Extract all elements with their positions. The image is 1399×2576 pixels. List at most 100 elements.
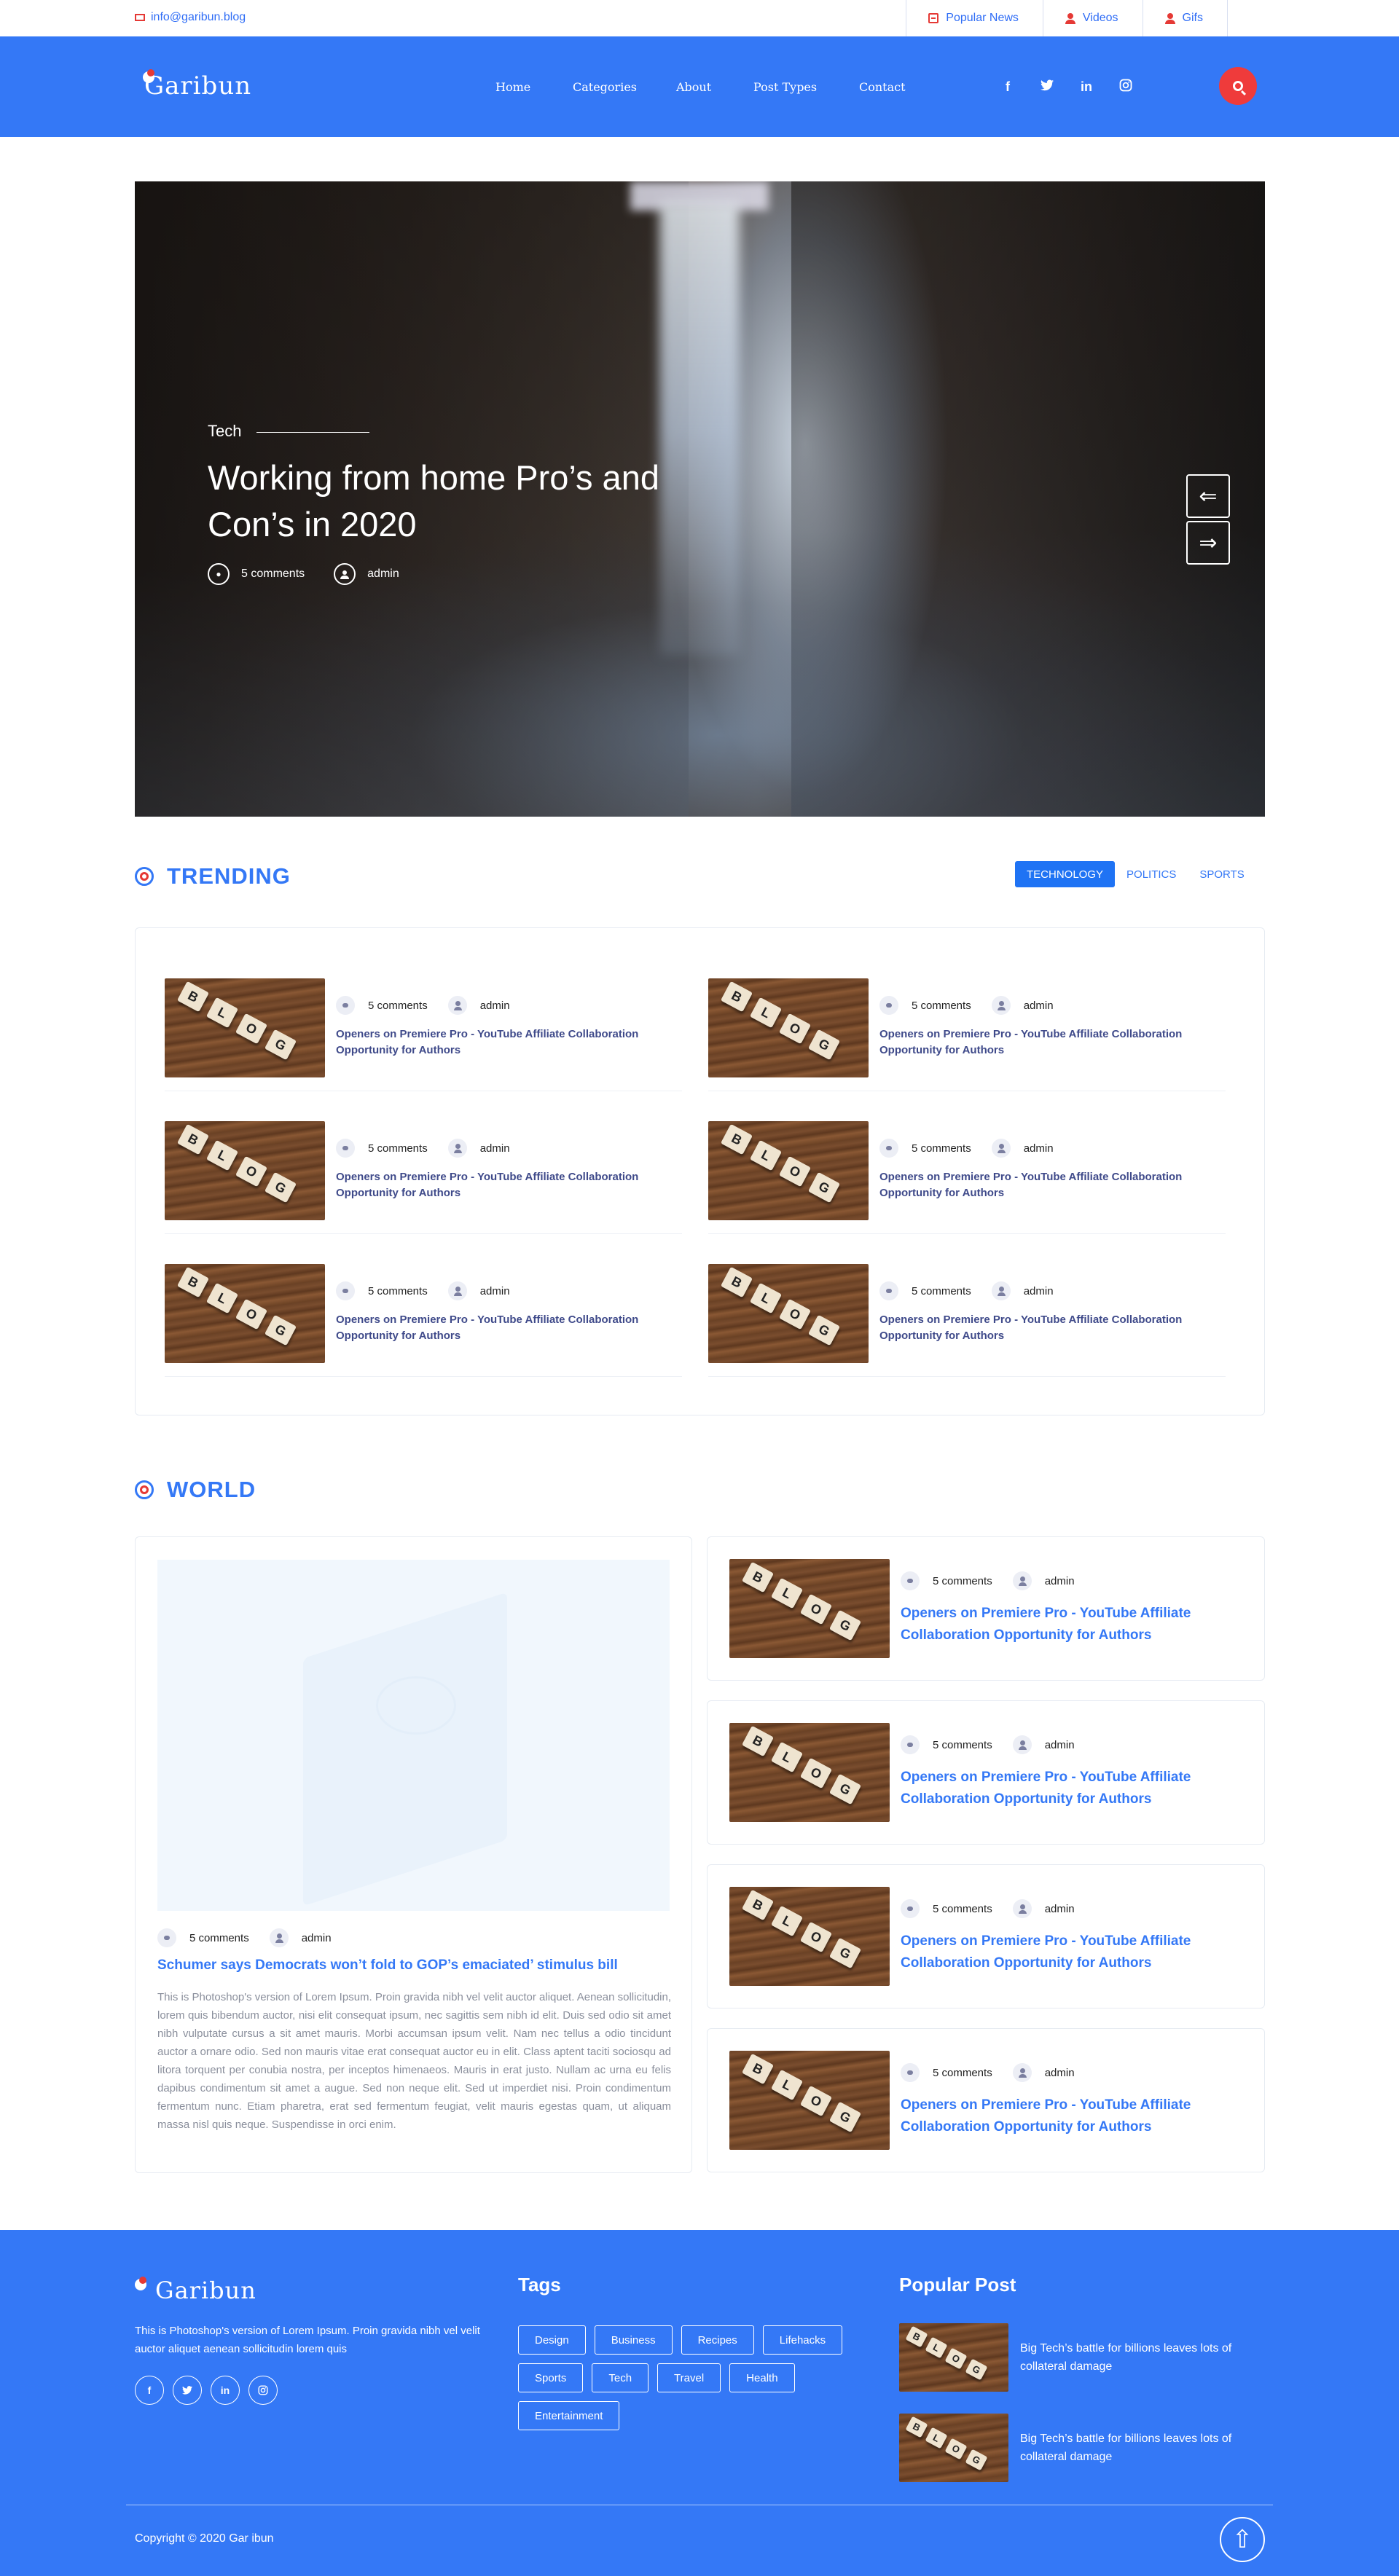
world-post-card[interactable]: BLOG 5 comments admin Openers on Premier… <box>707 1536 1265 1681</box>
slider-prev-button[interactable]: ⇐ <box>1186 474 1230 518</box>
post-thumbnail[interactable]: BLOG <box>729 1723 890 1822</box>
facebook-icon[interactable]: f <box>998 79 1017 95</box>
post-thumbnail[interactable]: BLOG <box>708 978 869 1077</box>
post-author[interactable]: admin <box>480 1285 510 1297</box>
trending-post-card[interactable]: BLOG 5 comments admin Openers on Premier… <box>708 1121 1226 1234</box>
site-logo[interactable]: Garibun <box>144 71 251 101</box>
tag-tech[interactable]: Tech <box>592 2363 649 2392</box>
tag-health[interactable]: Health <box>729 2363 795 2392</box>
post-comments[interactable]: 5 comments <box>368 1142 428 1155</box>
hero-category[interactable]: Tech <box>208 422 241 441</box>
popular-post-thumbnail[interactable]: BLOG <box>899 2414 1008 2482</box>
post-title[interactable]: Openers on Premiere Pro - YouTube Affili… <box>879 1312 1222 1344</box>
post-title[interactable]: Openers on Premiere Pro - YouTube Affili… <box>336 1169 678 1201</box>
post-thumbnail[interactable]: BLOG <box>729 1887 890 1986</box>
post-title[interactable]: Openers on Premiere Pro - YouTube Affili… <box>879 1169 1222 1201</box>
post-comments[interactable]: 5 comments <box>912 1285 971 1297</box>
world-post-card[interactable]: BLOG 5 comments admin Openers on Premier… <box>707 1864 1265 2008</box>
post-author[interactable]: admin <box>1024 1142 1054 1155</box>
nav-post-types[interactable]: Post Types <box>753 80 826 94</box>
post-author[interactable]: admin <box>1045 1575 1075 1587</box>
top-link-gifs[interactable]: Gifs <box>1142 0 1228 36</box>
post-comments[interactable]: 5 comments <box>933 1903 992 1915</box>
post-thumbnail[interactable]: BLOG <box>708 1121 869 1220</box>
linkedin-icon[interactable]: in <box>1077 79 1096 95</box>
post-comments[interactable]: 5 comments <box>933 1575 992 1587</box>
contact-email[interactable]: info@garibun.blog <box>135 11 246 24</box>
tag-travel[interactable]: Travel <box>657 2363 721 2392</box>
post-thumbnail[interactable]: BLOG <box>729 2051 890 2150</box>
hero-title[interactable]: Working from home Pro’s and Con’s in 202… <box>208 455 732 548</box>
back-to-top-button[interactable]: ⇧ <box>1220 2517 1265 2562</box>
post-thumbnail[interactable]: BLOG <box>729 1559 890 1658</box>
hero-author[interactable]: admin <box>367 568 399 581</box>
post-title[interactable]: Openers on Premiere Pro - YouTube Affili… <box>336 1312 678 1344</box>
footer-logo[interactable]: Garibun <box>155 2277 256 2304</box>
twitter-icon[interactable] <box>1038 79 1057 95</box>
post-comments[interactable]: 5 comments <box>912 1000 971 1012</box>
tag-design[interactable]: Design <box>518 2325 586 2355</box>
post-title[interactable]: Openers on Premiere Pro - YouTube Affili… <box>879 1026 1222 1059</box>
tag-lifehacks[interactable]: Lifehacks <box>762 2325 843 2355</box>
slider-next-button[interactable]: ⇒ <box>1186 521 1230 565</box>
nav-about[interactable]: About <box>676 80 720 94</box>
search-button[interactable] <box>1219 67 1257 105</box>
world-featured-image[interactable] <box>157 1560 670 1911</box>
linkedin-icon[interactable]: in <box>211 2376 240 2405</box>
post-comments[interactable]: 5 comments <box>368 1285 428 1297</box>
post-author[interactable]: admin <box>1045 2067 1075 2079</box>
trending-post-card[interactable]: BLOG 5 comments admin Openers on Premier… <box>165 1264 682 1377</box>
instagram-icon[interactable] <box>1116 79 1135 95</box>
post-thumbnail[interactable]: BLOG <box>165 1264 325 1363</box>
post-author[interactable]: admin <box>1045 1739 1075 1751</box>
post-author[interactable]: admin <box>480 1142 510 1155</box>
trending-post-card[interactable]: BLOG 5 comments admin Openers on Premier… <box>708 978 1226 1091</box>
tag-business[interactable]: Business <box>594 2325 673 2355</box>
post-comments[interactable]: 5 comments <box>933 1739 992 1751</box>
top-link-videos[interactable]: Videos <box>1042 0 1143 36</box>
popular-post-title[interactable]: Big Tech’s battle for billions leaves lo… <box>1020 2339 1261 2376</box>
post-thumbnail[interactable]: BLOG <box>165 1121 325 1220</box>
hero-comments[interactable]: 5 comments <box>241 568 305 581</box>
tag-sports[interactable]: Sports <box>518 2363 584 2392</box>
post-author[interactable]: admin <box>480 1000 510 1012</box>
post-comments[interactable]: 5 comments <box>933 2067 992 2079</box>
post-title[interactable]: Openers on Premiere Pro - YouTube Affili… <box>336 1026 678 1059</box>
nav-home[interactable]: Home <box>495 80 539 94</box>
post-thumbnail[interactable]: BLOG <box>708 1264 869 1363</box>
instagram-icon[interactable] <box>248 2376 278 2405</box>
post-title[interactable]: Openers on Premiere Pro - YouTube Affili… <box>901 1767 1243 1810</box>
user-icon <box>1012 1735 1032 1754</box>
twitter-icon[interactable] <box>173 2376 202 2405</box>
world-featured-title[interactable]: Schumer says Democrats won’t fold to GOP… <box>157 1957 675 1974</box>
nav-contact[interactable]: Contact <box>859 80 917 94</box>
post-title[interactable]: Openers on Premiere Pro - YouTube Affili… <box>901 2094 1243 2138</box>
post-title[interactable]: Openers on Premiere Pro - YouTube Affili… <box>901 1603 1243 1646</box>
tab-politics[interactable]: POLITICS <box>1115 861 1188 887</box>
nav-categories[interactable]: Categories <box>573 80 646 94</box>
post-author[interactable]: admin <box>302 1932 332 1944</box>
post-author[interactable]: admin <box>1024 1285 1054 1297</box>
trending-post-card[interactable]: BLOG 5 comments admin Openers on Premier… <box>165 1121 682 1234</box>
post-comments[interactable]: 5 comments <box>368 1000 428 1012</box>
post-thumbnail[interactable]: BLOG <box>165 978 325 1077</box>
trending-post-card[interactable]: BLOG 5 comments admin Openers on Premier… <box>708 1264 1226 1377</box>
post-author[interactable]: admin <box>1024 1000 1054 1012</box>
world-post-card[interactable]: BLOG 5 comments admin Openers on Premier… <box>707 1700 1265 1845</box>
facebook-icon[interactable]: f <box>135 2376 164 2405</box>
popular-post-thumbnail[interactable]: BLOG <box>899 2323 1008 2392</box>
tag-entertainment[interactable]: Entertainment <box>518 2401 620 2430</box>
tab-sports[interactable]: SPORTS <box>1188 861 1255 887</box>
post-author[interactable]: admin <box>1045 1903 1075 1915</box>
post-comments[interactable]: 5 comments <box>189 1932 249 1944</box>
post-comments[interactable]: 5 comments <box>912 1142 971 1155</box>
tab-technology[interactable]: TECHNOLOGY <box>1015 861 1116 887</box>
trending-post-card[interactable]: BLOG 5 comments admin Openers on Premier… <box>165 978 682 1091</box>
post-title[interactable]: Openers on Premiere Pro - YouTube Affili… <box>901 1931 1243 1974</box>
top-link-popular-news[interactable]: Popular News <box>906 0 1043 36</box>
popular-post-title[interactable]: Big Tech’s battle for billions leaves lo… <box>1020 2430 1261 2466</box>
tag-recipes[interactable]: Recipes <box>681 2325 754 2355</box>
popular-post[interactable]: BLOG Big Tech’s battle for billions leav… <box>899 2323 1256 2392</box>
popular-post[interactable]: BLOG Big Tech’s battle for billions leav… <box>899 2414 1256 2482</box>
world-post-card[interactable]: BLOG 5 comments admin Openers on Premier… <box>707 2028 1265 2172</box>
